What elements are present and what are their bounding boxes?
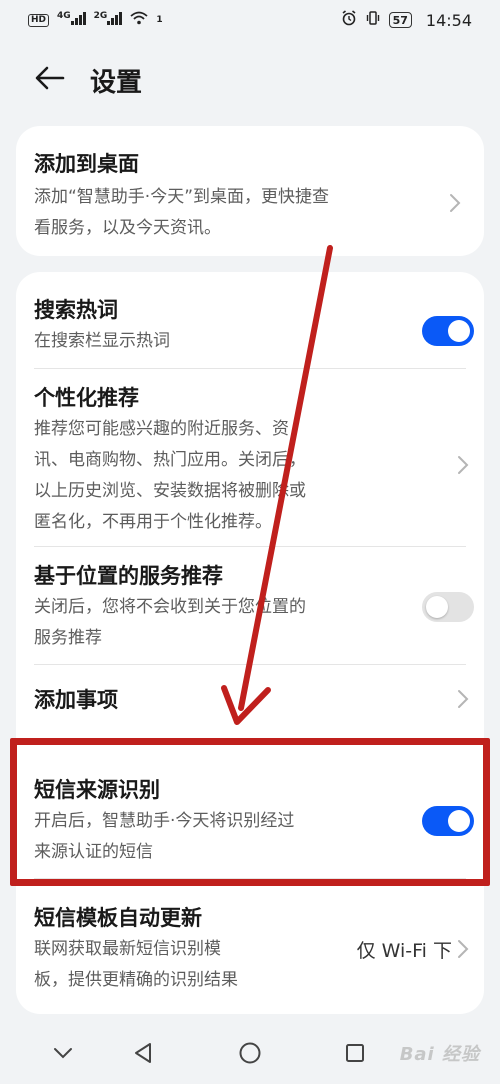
- divider: [34, 878, 466, 879]
- wifi-icon: [130, 11, 148, 29]
- chevron-right-icon: [458, 940, 469, 958]
- nav-hide-button[interactable]: [48, 1038, 78, 1068]
- subtitle-line: 以上历史浏览、安装数据将被删除或: [34, 481, 306, 501]
- page-title: 设置: [90, 68, 143, 98]
- divider: [34, 740, 466, 741]
- signal-icon-2: [107, 11, 123, 25]
- setting-subtitle: 推荐您可能感兴趣的附近服务、资 讯、电商购物、热门应用。关闭后， 以上历史浏览、…: [34, 414, 466, 538]
- add-to-desktop-subtitle: 添加“智慧助手·今天”到桌面，更快捷查 看服务，以及今天资讯。: [34, 182, 466, 244]
- square-recents-icon: [346, 1044, 364, 1062]
- personalized-recommendation-row[interactable]: 个性化推荐 推荐您可能感兴趣的附近服务、资 讯、电商购物、热门应用。关闭后， 以…: [34, 382, 469, 542]
- setting-title: 短信模板自动更新: [34, 906, 202, 930]
- setting-title: 个性化推荐: [34, 386, 139, 410]
- setting-title: 搜索热词: [34, 298, 118, 322]
- chevron-right-icon: [458, 690, 469, 708]
- add-to-desktop-title: 添加到桌面: [34, 152, 139, 176]
- status-bar: HD 4G 2G 1 57 14:54: [0, 0, 500, 40]
- add-to-desktop-card[interactable]: 添加到桌面 添加“智慧助手·今天”到桌面，更快捷查 看服务，以及今天资讯。: [16, 126, 484, 256]
- search-hotwords-toggle[interactable]: [422, 316, 474, 346]
- sms-source-recognition-row[interactable]: 短信来源识别 开启后，智慧助手·今天将识别经过 来源认证的短信: [34, 774, 474, 864]
- arrow-left-icon: [35, 66, 65, 90]
- sim1-type: 4G: [57, 11, 71, 21]
- status-right: 57 14:54: [341, 10, 472, 30]
- nav-back-button[interactable]: [128, 1038, 158, 1068]
- hd-badge: HD: [28, 13, 50, 27]
- divider: [34, 664, 466, 665]
- divider: [34, 546, 466, 547]
- circle-home-icon: [239, 1042, 261, 1064]
- chevron-right-icon: [458, 456, 469, 474]
- setting-title: 添加事项: [34, 688, 118, 712]
- sim2-signal: 2G: [94, 11, 123, 29]
- setting-title: 短信来源识别: [34, 778, 160, 802]
- status-time: 14:54: [425, 10, 472, 30]
- location-recommendation-row[interactable]: 基于位置的服务推荐 关闭后，您将不会收到关于您位置的 服务推荐: [34, 560, 474, 648]
- back-button[interactable]: [34, 64, 66, 92]
- search-hotwords-row[interactable]: 搜索热词 在搜索栏显示热词: [34, 294, 474, 364]
- subtitle-line: 推荐您可能感兴趣的附近服务、资: [34, 419, 289, 439]
- subtitle-line: 看服务，以及今天资讯。: [34, 218, 221, 238]
- sms-template-update-row[interactable]: 短信模板自动更新 联网获取最新短信识别模 板，提供更精确的识别结果 仅 Wi-F…: [34, 902, 469, 1002]
- setting-subtitle: 开启后，智慧助手·今天将识别经过 来源认证的短信: [34, 806, 466, 868]
- sms-source-recognition-toggle[interactable]: [422, 806, 474, 836]
- subtitle-line: 关闭后，您将不会收到关于您位置的: [34, 597, 306, 617]
- chevron-down-icon: [54, 1048, 72, 1059]
- chevron-right-icon: [450, 194, 461, 212]
- status-left: HD 4G 2G 1: [28, 11, 163, 29]
- battery-icon: 57: [388, 12, 412, 28]
- subtitle-line: 服务推荐: [34, 628, 102, 648]
- divider: [34, 368, 466, 369]
- sim2-type: 2G: [93, 11, 108, 21]
- signal-icon: [70, 11, 86, 25]
- setting-subtitle: 在搜索栏显示热词: [34, 326, 466, 357]
- location-recommendation-toggle[interactable]: [422, 592, 474, 622]
- subtitle-line: 讯、电商购物、热门应用。关闭后，: [34, 450, 306, 470]
- add-items-row[interactable]: 添加事项: [34, 684, 469, 718]
- sim1-signal: 4G: [57, 11, 86, 29]
- nav-recents-button[interactable]: [340, 1038, 370, 1068]
- settings-card: 搜索热词 在搜索栏显示热词 个性化推荐 推荐您可能感兴趣的附近服务、资 讯、电商…: [16, 272, 484, 1014]
- triangle-back-icon: [135, 1043, 151, 1063]
- subtitle-line: 开启后，智慧助手·今天将识别经过: [34, 811, 295, 831]
- app-header: 设置: [0, 52, 500, 104]
- setting-subtitle: 关闭后，您将不会收到关于您位置的 服务推荐: [34, 592, 466, 654]
- subtitle-line: 匿名化，不再用于个性化推荐。: [34, 512, 272, 532]
- add-to-desktop-row[interactable]: 添加到桌面 添加“智慧助手·今天”到桌面，更快捷查 看服务，以及今天资讯。: [34, 148, 466, 244]
- subtitle-line: 添加“智慧助手·今天”到桌面，更快捷查: [34, 187, 330, 207]
- nav-home-button[interactable]: [235, 1038, 265, 1068]
- alarm-icon: [341, 10, 357, 30]
- watermark: Bai 经验: [399, 1044, 480, 1065]
- vibrate-icon: [365, 10, 381, 30]
- setting-title: 基于位置的服务推荐: [34, 564, 223, 588]
- sms-template-update-value: 仅 Wi-Fi 下: [356, 940, 452, 962]
- subtitle-line: 来源认证的短信: [34, 842, 153, 862]
- wifi-sup: 1: [156, 15, 163, 25]
- subtitle-line: 板，提供更精确的识别结果: [34, 970, 238, 990]
- subtitle-line: 在搜索栏显示热词: [34, 331, 170, 351]
